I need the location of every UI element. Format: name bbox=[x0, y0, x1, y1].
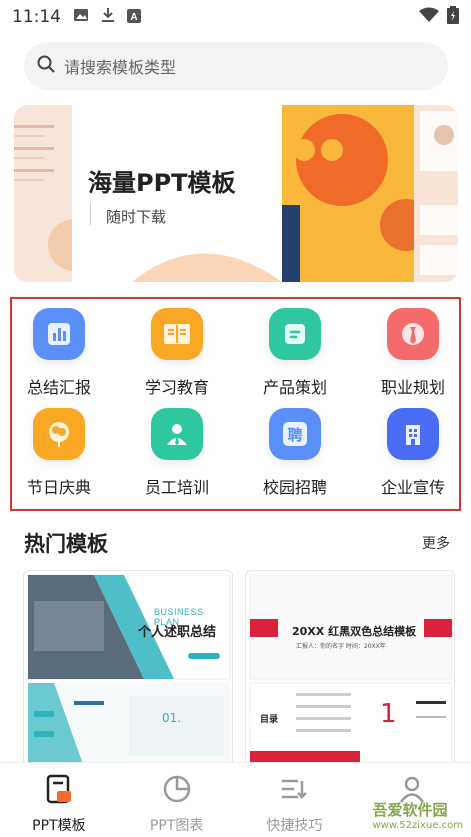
tab-label: 快捷技巧 bbox=[266, 818, 323, 834]
a-text-icon: A bbox=[127, 8, 141, 27]
template-card[interactable]: BUSINESS PLAN 个人述职总结 01. bbox=[23, 570, 233, 770]
category-label: 总结汇报 bbox=[26, 378, 91, 397]
banner-left-thumbnail bbox=[14, 105, 100, 282]
hot-templates-header: 热门模板 更多 bbox=[24, 526, 450, 560]
category-item-education[interactable]: 学习教育 bbox=[122, 308, 232, 408]
category-label: 学习教育 bbox=[144, 378, 209, 397]
category-label: 企业宣传 bbox=[380, 478, 445, 497]
category-item-festival[interactable]: 节日庆典 bbox=[4, 408, 114, 508]
category-label: 校园招聘 bbox=[262, 478, 327, 497]
promo-banner[interactable]: 海量PPT模板 随时下载 bbox=[14, 105, 458, 282]
status-system-icons bbox=[419, 6, 459, 28]
wifi-icon bbox=[419, 7, 439, 27]
tab-label: PPT图表 bbox=[149, 818, 204, 834]
category-item-career[interactable]: 职业规划 bbox=[358, 308, 468, 408]
svg-text:A: A bbox=[130, 12, 137, 23]
template-button-bar bbox=[188, 653, 220, 659]
site-watermark: 吾爱软件园 www.52zixue.com bbox=[373, 799, 464, 831]
category-item-summary[interactable]: 总结汇报 bbox=[4, 308, 114, 408]
category-label: 产品策划 bbox=[262, 378, 327, 397]
status-notification-icons: A bbox=[73, 7, 141, 27]
book-icon bbox=[151, 308, 203, 360]
category-label: 员工培训 bbox=[144, 478, 209, 497]
template-big-number: 1 bbox=[380, 699, 397, 729]
tie-icon bbox=[387, 308, 439, 360]
section-title: 热门模板 bbox=[24, 532, 108, 556]
pie-chart-icon bbox=[161, 773, 193, 809]
template-card[interactable]: 20XX 红黑双色总结模板 汇报人：你的名字 时间：20XX年 目录 1 bbox=[245, 570, 455, 770]
category-item-product[interactable]: 产品策划 bbox=[240, 308, 350, 408]
watermark-text: 吾爱软件园 bbox=[372, 801, 448, 819]
category-item-training[interactable]: 员工培训 bbox=[122, 408, 232, 508]
template-title: 20XX 红黑双色总结模板 bbox=[292, 625, 417, 638]
tab-label: PPT模板 bbox=[32, 818, 86, 834]
category-item-recruit[interactable]: 聘 校园招聘 bbox=[240, 408, 350, 508]
search-input[interactable]: 请搜索模板类型 bbox=[24, 42, 448, 90]
more-link[interactable]: 更多 bbox=[422, 533, 450, 553]
category-label: 职业规划 bbox=[380, 378, 445, 397]
template-toc-label: 目录 bbox=[260, 715, 279, 725]
banner-divider bbox=[90, 203, 96, 225]
status-bar: 11:14 A bbox=[0, 0, 471, 34]
svg-text:聘: 聘 bbox=[287, 426, 302, 444]
battery-icon bbox=[447, 6, 459, 28]
list-icon bbox=[278, 773, 310, 809]
banner-artwork bbox=[282, 105, 416, 282]
balloon-icon bbox=[33, 408, 85, 460]
template-title: 个人述职总结 bbox=[138, 625, 217, 640]
image-icon bbox=[73, 7, 89, 27]
tab-ppt-charts[interactable]: PPT图表 bbox=[118, 763, 236, 837]
template-thumbnail-business bbox=[27, 574, 231, 767]
building-icon bbox=[387, 408, 439, 460]
status-time: 11:14 bbox=[12, 7, 61, 27]
hire-icon: 聘 bbox=[269, 408, 321, 460]
banner-title: 海量PPT模板 bbox=[88, 169, 236, 197]
search-icon bbox=[36, 54, 56, 78]
document-icon bbox=[43, 773, 75, 809]
tab-ppt-templates[interactable]: PPT模板 bbox=[0, 763, 118, 837]
category-item-enterprise[interactable]: 企业宣传 bbox=[358, 408, 468, 508]
template-thumbnail-redblack bbox=[249, 574, 453, 768]
banner-card: 海量PPT模板 随时下载 bbox=[72, 105, 282, 282]
template-section-number: 01. bbox=[162, 711, 182, 725]
tab-shortcuts[interactable]: 快捷技巧 bbox=[236, 763, 354, 837]
category-label: 节日庆典 bbox=[26, 478, 91, 497]
person-icon bbox=[151, 408, 203, 460]
document-icon bbox=[269, 308, 321, 360]
watermark-url: www.52zixue.com bbox=[372, 820, 464, 831]
template-subtitle: 汇报人：你的名字 时间：20XX年 bbox=[296, 643, 386, 650]
search-placeholder: 请搜索模板类型 bbox=[64, 58, 177, 77]
banner-subtitle: 随时下载 bbox=[106, 208, 167, 226]
banner-right-thumbnail bbox=[414, 105, 458, 282]
download-icon bbox=[101, 7, 115, 27]
chart-icon bbox=[33, 308, 85, 360]
